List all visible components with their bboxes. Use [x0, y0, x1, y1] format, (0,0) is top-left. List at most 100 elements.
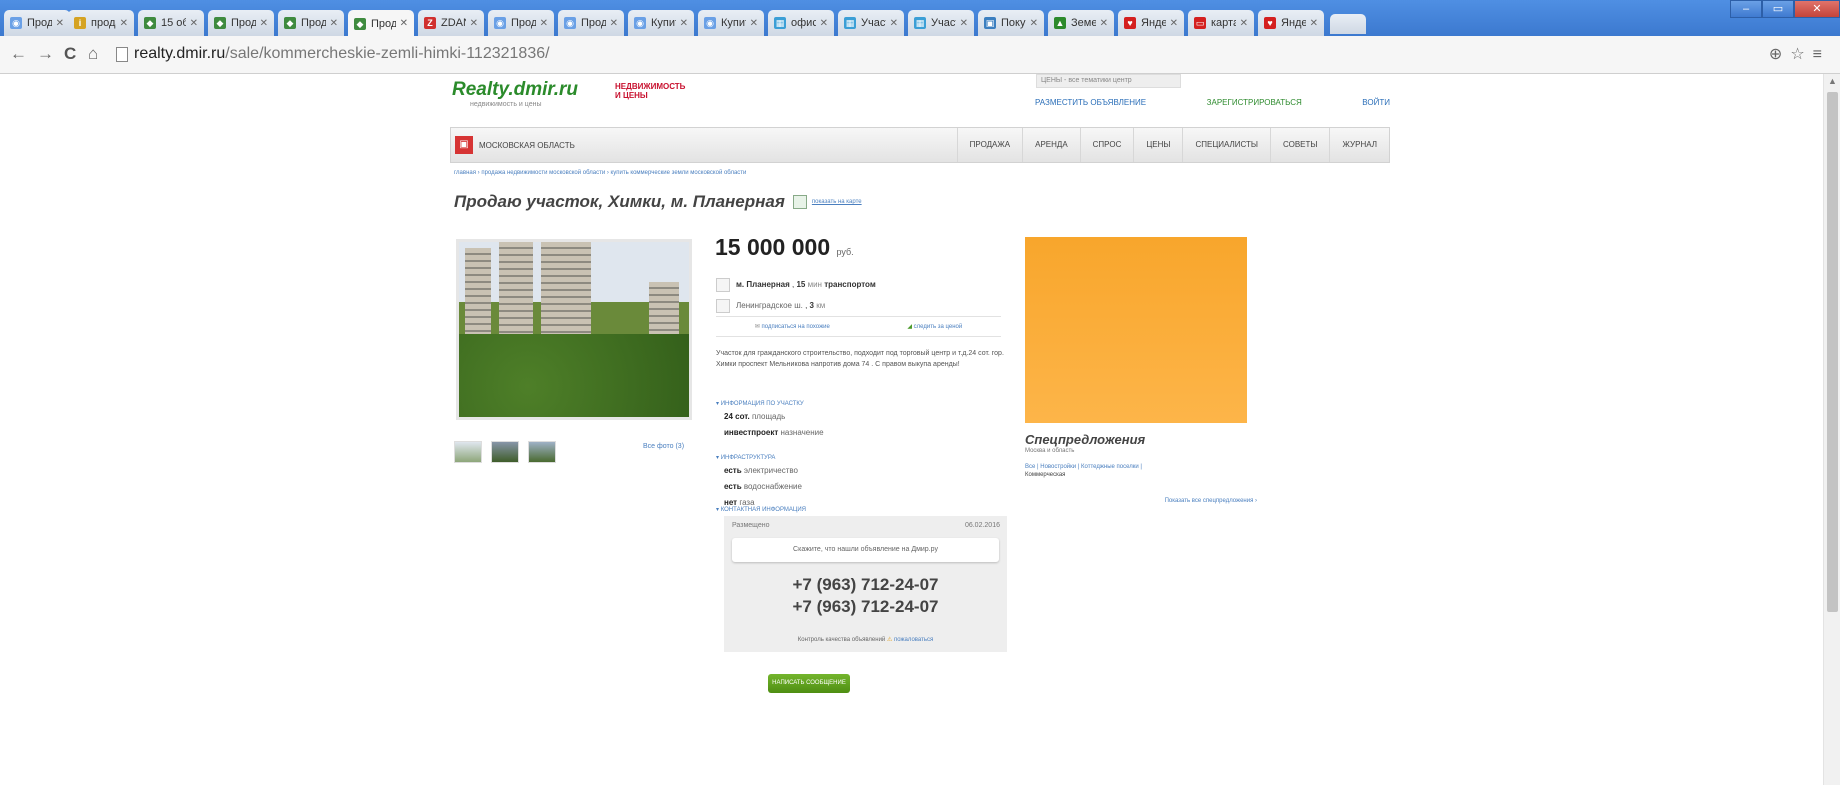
show-all-offers-link[interactable]: Показать все спецпредложения ›	[1025, 498, 1257, 504]
tab-label: Яндек	[1281, 17, 1306, 29]
login-link[interactable]: ВОЙТИ	[1362, 98, 1390, 107]
all-photos-link[interactable]: Все фото (3)	[643, 443, 684, 450]
browser-tab-bar: – ▭ ✕ ◉ Прода ✕ iпрода ✕ ◆ 15 об ✕ ◆ Прода ✕ ◆ Прода…	[0, 0, 1840, 37]
quality-control: Контроль качества объявлений ⚠ пожаловат…	[724, 636, 1007, 643]
browser-tab[interactable]: ◆ 15 об ✕	[138, 10, 204, 36]
write-message-button[interactable]: НАПИСАТЬ СООБЩЕНИЕ	[768, 674, 850, 693]
browser-tab[interactable]: ♥ Яндек ✕	[1118, 10, 1184, 36]
tab-close-icon[interactable]: ✕	[1240, 18, 1248, 29]
page-icon	[116, 47, 128, 62]
home-icon[interactable]: ⌂	[88, 44, 98, 64]
photo-thumbnail[interactable]	[454, 441, 482, 463]
region-selector[interactable]: ▣ МОСКОВСКАЯ ОБЛАСТЬ	[455, 136, 575, 154]
menu-item[interactable]: СПРОС	[1079, 128, 1134, 162]
browser-tab[interactable]: ◆ Прода ✕	[208, 10, 274, 36]
phone-number[interactable]: +7 (963) 712-24-07	[724, 597, 1007, 617]
tab-close-icon[interactable]: ✕	[610, 18, 618, 29]
tab-label: Яндек	[1141, 17, 1166, 29]
browser-tab[interactable]: iпрода ✕	[68, 10, 134, 36]
special-offers-title: Спецпредложения	[1025, 432, 1146, 447]
new-tab-button[interactable]	[1330, 14, 1366, 34]
offer-link-new[interactable]: Новостройки	[1040, 464, 1076, 470]
tab-label: Купит	[651, 17, 676, 29]
map-icon[interactable]	[792, 195, 807, 209]
menu-item[interactable]: ПРОДАЖА	[956, 128, 1022, 162]
browser-tab[interactable]: ◉ Прода ✕	[558, 10, 624, 36]
top-info-box[interactable]: ЦЕНЫ - все тематики центр	[1036, 74, 1181, 88]
tab-close-icon[interactable]: ✕	[470, 18, 478, 29]
menu-item[interactable]: АРЕНДА	[1022, 128, 1080, 162]
browser-tab[interactable]: ▦ Участ ✕	[838, 10, 904, 36]
main-photo[interactable]	[456, 239, 692, 420]
tab-close-icon[interactable]: ✕	[540, 18, 548, 29]
photo-thumbnail[interactable]	[491, 441, 519, 463]
close-window-button[interactable]: ✕	[1794, 0, 1840, 18]
tab-close-icon[interactable]: ✕	[1310, 18, 1318, 29]
photo-building	[465, 248, 491, 343]
browser-tab[interactable]: Z ZDAN ✕	[418, 10, 484, 36]
vertical-scrollbar[interactable]: ▲	[1823, 74, 1840, 785]
menu-item[interactable]: ЖУРНАЛ	[1329, 128, 1389, 162]
menu-items: ПРОДАЖА АРЕНДА СПРОС ЦЕНЫ СПЕЦИАЛИСТЫ СОВЕТЫ Ж…	[956, 128, 1389, 162]
tab-close-icon[interactable]: ✕	[750, 18, 758, 29]
tab-close-icon[interactable]: ✕	[890, 18, 898, 29]
post-ad-link[interactable]: РАЗМЕСТИТЬ ОБЪЯВЛЕНИЕ	[1035, 98, 1146, 107]
complain-link[interactable]: пожаловаться	[894, 637, 933, 643]
browser-tab[interactable]: ◆ Прода ✕	[348, 10, 414, 37]
tab-close-icon[interactable]: ✕	[56, 18, 64, 29]
reload-icon[interactable]: C	[64, 44, 76, 64]
menu-item[interactable]: ЦЕНЫ	[1133, 128, 1182, 162]
tab-close-icon[interactable]: ✕	[330, 18, 338, 29]
address-bar[interactable]: realty.dmir.ru/sale/kommercheskie-zemli-…	[134, 45, 550, 63]
star-icon[interactable]: ☆	[1790, 46, 1812, 63]
contact-info-toggle[interactable]: ▾ КОНТАКТНАЯ ИНФОРМАЦИЯ	[716, 506, 806, 513]
show-on-map-link[interactable]: показать на карте	[812, 199, 862, 205]
register-link[interactable]: ЗАРЕГИСТРИРОВАТЬСЯ	[1207, 98, 1302, 107]
scroll-up-icon[interactable]: ▲	[1828, 76, 1837, 86]
browser-tab[interactable]: ◉ Прода ✕	[488, 10, 554, 36]
browser-tab[interactable]: ◉ Прода ✕	[4, 10, 70, 36]
infrastructure-toggle[interactable]: ▾ ИНФРАСТРУКТУРА	[716, 454, 775, 461]
zoom-icon[interactable]: ⊕	[1769, 46, 1790, 63]
maximize-button[interactable]: ▭	[1762, 0, 1794, 18]
tab-close-icon[interactable]: ✕	[1170, 18, 1178, 29]
tab-close-icon[interactable]: ✕	[1030, 18, 1038, 29]
browser-tab[interactable]: ▭ карта ✕	[1188, 10, 1254, 36]
tab-close-icon[interactable]: ✕	[190, 18, 198, 29]
browser-tab[interactable]: ▲ Земел ✕	[1048, 10, 1114, 36]
tab-close-icon[interactable]: ✕	[400, 18, 408, 29]
browser-tab[interactable]: ▣ Покуп ✕	[978, 10, 1044, 36]
tab-close-icon[interactable]: ✕	[1100, 18, 1108, 29]
menu-item[interactable]: СПЕЦИАЛИСТЫ	[1182, 128, 1270, 162]
breadcrumb[interactable]: главная › продажа недвижимости московско…	[454, 170, 746, 176]
browser-tab[interactable]: ▦ Участ ✕	[908, 10, 974, 36]
track-price-link[interactable]: ◢ следить за ценой	[907, 323, 962, 330]
partner-logo[interactable]: НЕДВИЖИМОСТЬ И ЦЕНЫ	[615, 82, 685, 100]
tab-close-icon[interactable]: ✕	[680, 18, 688, 29]
tab-close-icon[interactable]: ✕	[960, 18, 968, 29]
menu-item[interactable]: СОВЕТЫ	[1270, 128, 1329, 162]
tab-close-icon[interactable]: ✕	[820, 18, 828, 29]
offer-link-commercial[interactable]: Коммерческая	[1025, 472, 1065, 478]
forward-icon[interactable]: →	[37, 44, 54, 64]
logo-text: Realty.dmir.ru	[452, 79, 579, 100]
phone-number[interactable]: +7 (963) 712-24-07	[724, 575, 1007, 595]
photo-thumbnail[interactable]	[528, 441, 556, 463]
browser-tab[interactable]: ◉ Купит ✕	[698, 10, 764, 36]
site-logo[interactable]: Realty.dmir.ru недвижимость и цены	[452, 79, 578, 108]
browser-tab[interactable]: ♥ Яндек ✕	[1258, 10, 1324, 36]
browser-tab[interactable]: ◆ Прода ✕	[278, 10, 344, 36]
tab-close-icon[interactable]: ✕	[120, 18, 128, 29]
browser-tab[interactable]: ▦ офис ✕	[768, 10, 834, 36]
menu-icon[interactable]: ≡	[1813, 46, 1830, 63]
back-icon[interactable]: ←	[10, 44, 27, 64]
ad-banner[interactable]	[1025, 237, 1247, 423]
browser-tab[interactable]: ◉ Купит ✕	[628, 10, 694, 36]
scroll-thumb[interactable]	[1827, 92, 1838, 612]
plot-info-toggle[interactable]: ▾ ИНФОРМАЦИЯ ПО УЧАСТКУ	[716, 400, 804, 407]
minimize-button[interactable]: –	[1730, 0, 1762, 18]
offer-link-all[interactable]: Все	[1025, 464, 1035, 470]
subscribe-link[interactable]: ✉ подписаться на похожие	[755, 323, 830, 330]
tab-close-icon[interactable]: ✕	[260, 18, 268, 29]
offer-link-cottage[interactable]: Коттеджные поселки	[1081, 464, 1139, 470]
